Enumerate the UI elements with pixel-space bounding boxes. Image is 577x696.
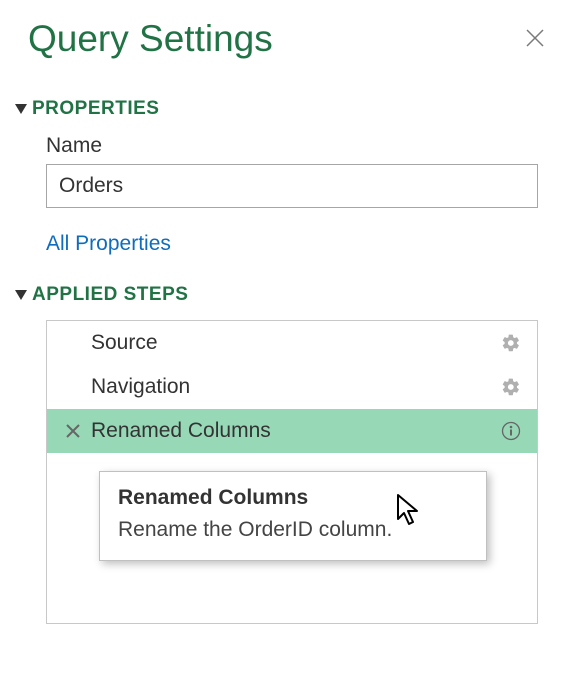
collapse-icon: [14, 289, 28, 301]
properties-section-header[interactable]: PROPERTIES: [14, 98, 549, 120]
step-label: Renamed Columns: [87, 419, 497, 443]
name-input[interactable]: [46, 164, 538, 208]
tooltip-title: Renamed Columns: [118, 486, 468, 510]
query-settings-panel: Query Settings PROPERTIES Name All Prope…: [0, 0, 577, 624]
collapse-icon: [14, 103, 28, 115]
gear-icon[interactable]: [497, 333, 525, 353]
close-button[interactable]: [521, 20, 549, 59]
info-icon[interactable]: [497, 421, 525, 441]
applied-steps-list: Source Navigation Ren: [46, 320, 538, 624]
all-properties-link[interactable]: All Properties: [46, 232, 171, 256]
properties-section-title: PROPERTIES: [32, 98, 159, 120]
tooltip-body: Rename the OrderID column.: [118, 518, 468, 542]
panel-header: Query Settings: [28, 18, 549, 60]
applied-step-row[interactable]: Renamed Columns: [47, 409, 537, 453]
properties-section: PROPERTIES Name All Properties: [28, 98, 549, 256]
applied-steps-section-title: APPLIED STEPS: [32, 284, 188, 306]
applied-step-row[interactable]: Navigation: [47, 365, 537, 409]
step-label: Source: [87, 331, 497, 355]
gear-icon[interactable]: [497, 377, 525, 397]
step-tooltip: Renamed Columns Rename the OrderID colum…: [99, 471, 487, 561]
applied-step-row[interactable]: Source: [47, 321, 537, 365]
name-field-label: Name: [46, 134, 549, 158]
applied-steps-section: APPLIED STEPS Source Navigation: [28, 284, 549, 624]
applied-steps-section-header[interactable]: APPLIED STEPS: [14, 284, 549, 306]
step-label: Navigation: [87, 375, 497, 399]
panel-title: Query Settings: [28, 18, 273, 60]
delete-step-icon[interactable]: [59, 424, 87, 438]
